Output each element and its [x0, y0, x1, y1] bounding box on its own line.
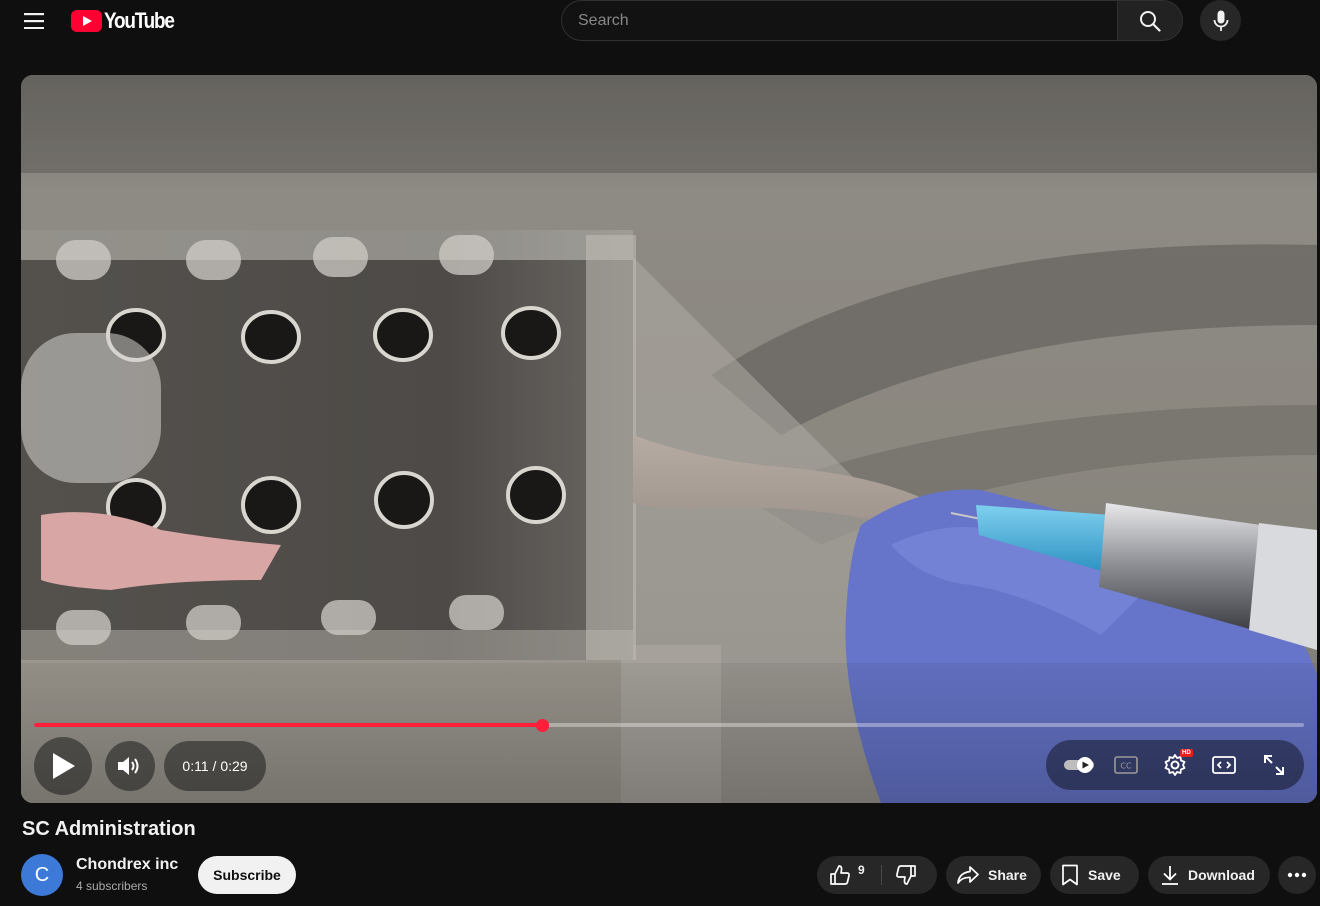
time-separator: /: [208, 758, 221, 774]
subscriber-count: 4 subscribers: [76, 879, 148, 893]
svg-text:CC: CC: [1120, 762, 1132, 771]
like-dislike-group: 9: [817, 856, 937, 894]
logo-text: YouTube: [104, 8, 175, 33]
duration: 0:29: [220, 758, 248, 774]
like-button[interactable]: 9: [817, 856, 881, 894]
bookmark-icon: [1062, 864, 1078, 886]
microphone-icon: [1213, 10, 1228, 31]
search-box: [561, 0, 1118, 41]
volume-icon: [118, 757, 139, 775]
fullscreen-icon: [1264, 755, 1284, 775]
thumbs-down-icon: [896, 865, 916, 885]
save-label: Save: [1088, 867, 1121, 883]
subscribe-button[interactable]: Subscribe: [198, 856, 296, 894]
share-button[interactable]: Share: [946, 856, 1041, 894]
time-display: 0:11 / 0:29: [164, 741, 266, 791]
closed-captions-icon: CC: [1114, 756, 1138, 774]
autoplay-toggle[interactable]: [1054, 740, 1106, 790]
video-player[interactable]: 0:11 / 0:29 CC HD: [21, 75, 1317, 803]
search-input[interactable]: [562, 1, 1118, 40]
autoplay-toggle-icon: [1064, 757, 1094, 773]
top-bar: YouTube: [0, 0, 1320, 42]
youtube-logo-icon: [71, 10, 102, 32]
progress-scrubber[interactable]: [535, 718, 549, 732]
play-button[interactable]: [34, 737, 92, 795]
voice-search-button[interactable]: [1200, 0, 1241, 41]
like-divider: [881, 865, 882, 885]
hd-badge: HD: [1180, 749, 1193, 757]
search-button[interactable]: [1117, 0, 1183, 41]
video-title: SC Administration: [22, 818, 196, 840]
theater-mode-icon: [1212, 756, 1236, 774]
more-actions-button[interactable]: [1278, 856, 1316, 894]
dislike-button[interactable]: [887, 856, 933, 894]
channel-name[interactable]: Chondrex inc: [76, 856, 178, 874]
more-icon: [1287, 872, 1307, 878]
play-icon: [53, 753, 75, 779]
right-controls: CC HD: [1046, 740, 1304, 790]
share-label: Share: [988, 867, 1027, 883]
download-icon: [1162, 866, 1178, 885]
settings-button[interactable]: HD: [1153, 740, 1197, 790]
share-icon: [957, 866, 979, 884]
volume-button[interactable]: [105, 741, 155, 791]
theater-mode-button[interactable]: [1202, 740, 1246, 790]
download-button[interactable]: Download: [1148, 856, 1270, 894]
closed-captions-button[interactable]: CC: [1104, 740, 1148, 790]
channel-avatar[interactable]: C: [21, 854, 63, 896]
progress-bar[interactable]: [34, 718, 1304, 732]
thumbs-up-icon: [830, 865, 850, 885]
current-time: 0:11: [182, 758, 209, 774]
avatar-letter: C: [34, 863, 50, 886]
progress-played: [34, 723, 542, 727]
save-button[interactable]: Save: [1050, 856, 1139, 894]
menu-icon: [24, 13, 44, 29]
like-count: 9: [858, 863, 865, 877]
youtube-logo[interactable]: YouTube: [71, 8, 185, 33]
search-icon: [1140, 10, 1161, 32]
download-label: Download: [1188, 867, 1255, 883]
fullscreen-button[interactable]: [1252, 740, 1296, 790]
menu-button[interactable]: [18, 6, 50, 36]
